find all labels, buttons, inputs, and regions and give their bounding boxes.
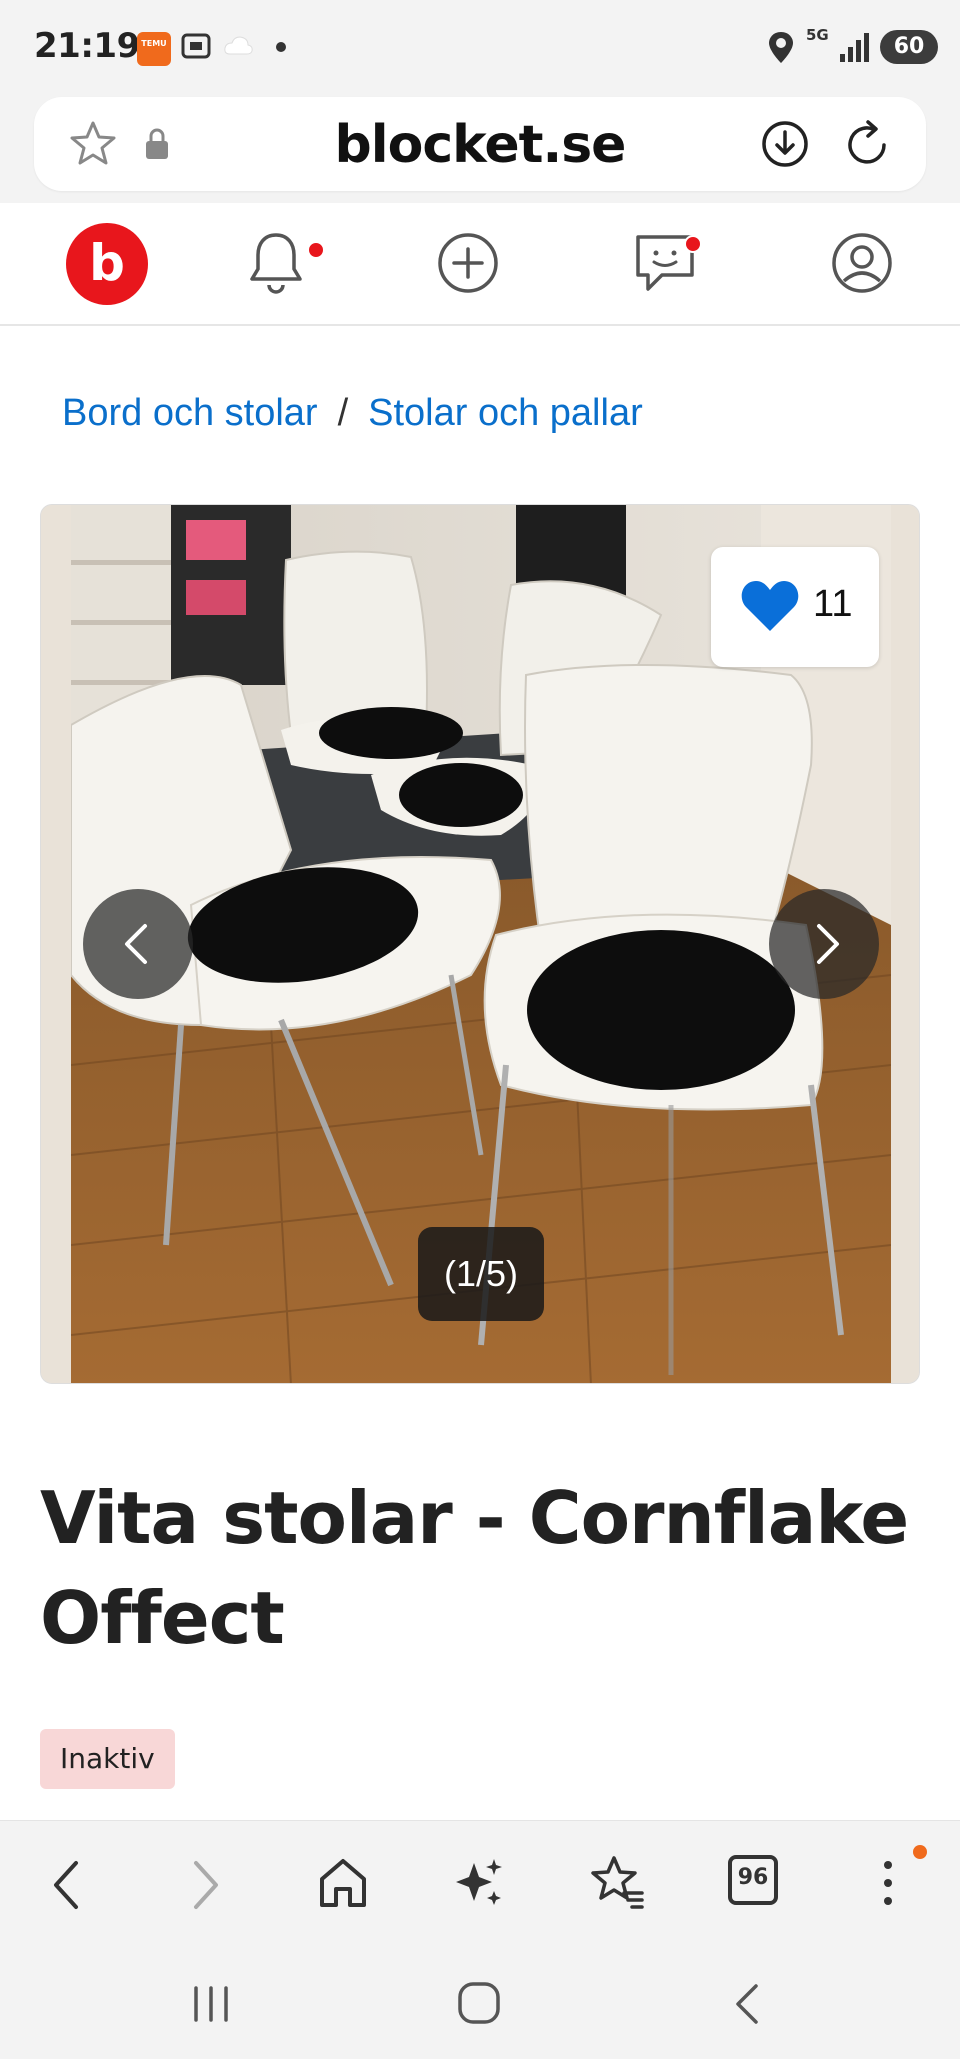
status-time: 21:19 — [34, 26, 140, 66]
download-icon[interactable] — [760, 119, 810, 169]
listing-title: Vita stolar - Cornflake Offect — [40, 1468, 920, 1668]
chevron-right-icon — [817, 924, 839, 964]
breadcrumb-item-stolar-och-pallar[interactable]: Stolar och pallar — [368, 392, 643, 434]
menu-update-dot — [913, 1845, 927, 1859]
chevron-left-icon — [125, 924, 147, 964]
system-navigation-bar — [0, 1950, 960, 2059]
cloud-icon — [224, 36, 253, 55]
site-header: b — [0, 203, 960, 326]
network-type: 5G — [806, 26, 829, 44]
breadcrumb-separator: / — [337, 392, 349, 434]
tabs-button[interactable]: 96 — [728, 1855, 778, 1905]
back-icon[interactable] — [46, 1857, 86, 1913]
recent-apps-icon[interactable] — [188, 1984, 234, 2024]
favorite-button[interactable]: 11 — [711, 547, 879, 667]
notifications-badge — [307, 241, 325, 259]
bookmarks-icon[interactable] — [588, 1853, 646, 1911]
temu-notification-icon: TEMU — [137, 32, 171, 66]
messages-badge — [684, 235, 702, 253]
heart-icon — [741, 581, 799, 631]
listing-title-line-2: Offect — [40, 1576, 285, 1660]
notification-dot — [276, 42, 286, 52]
blocket-logo[interactable]: b — [66, 223, 148, 305]
profile-icon[interactable] — [830, 231, 894, 295]
status-bar: 21:19 TEMU 5G 60 — [0, 0, 960, 95]
home-icon[interactable] — [316, 1855, 370, 1911]
system-back-icon[interactable] — [730, 1982, 766, 2026]
notifications-bell-icon[interactable] — [244, 229, 308, 297]
screenshot-icon — [181, 33, 211, 59]
breadcrumb: Bord och stolar / Stolar och pallar — [62, 392, 643, 435]
breadcrumb-item-bord-och-stolar[interactable]: Bord och stolar — [62, 392, 318, 434]
ai-sparkle-icon[interactable] — [452, 1855, 508, 1911]
status-badge: Inaktiv — [40, 1729, 175, 1789]
favorite-count: 11 — [813, 583, 853, 625]
browser-bottom-bar: 96 — [0, 1820, 960, 1950]
listing-title-line-1: Vita stolar - Cornflake — [40, 1476, 909, 1560]
location-icon — [769, 32, 793, 63]
battery-indicator: 60 — [880, 30, 938, 64]
browser-toolbar: blocket.se — [0, 95, 960, 203]
address-bar[interactable]: blocket.se — [34, 97, 926, 191]
reload-icon[interactable] — [840, 117, 894, 171]
more-options-icon[interactable] — [876, 1855, 900, 1911]
home-button-icon[interactable] — [456, 1980, 502, 2026]
tabs-count: 96 — [737, 1865, 769, 1890]
forward-icon[interactable] — [186, 1857, 226, 1913]
signal-icon — [840, 33, 869, 62]
next-image-button[interactable] — [769, 889, 879, 999]
image-gallery[interactable]: 11 (1/5) — [40, 504, 920, 1384]
add-listing-icon[interactable] — [436, 231, 500, 295]
previous-image-button[interactable] — [83, 889, 193, 999]
image-counter: (1/5) — [418, 1227, 544, 1321]
